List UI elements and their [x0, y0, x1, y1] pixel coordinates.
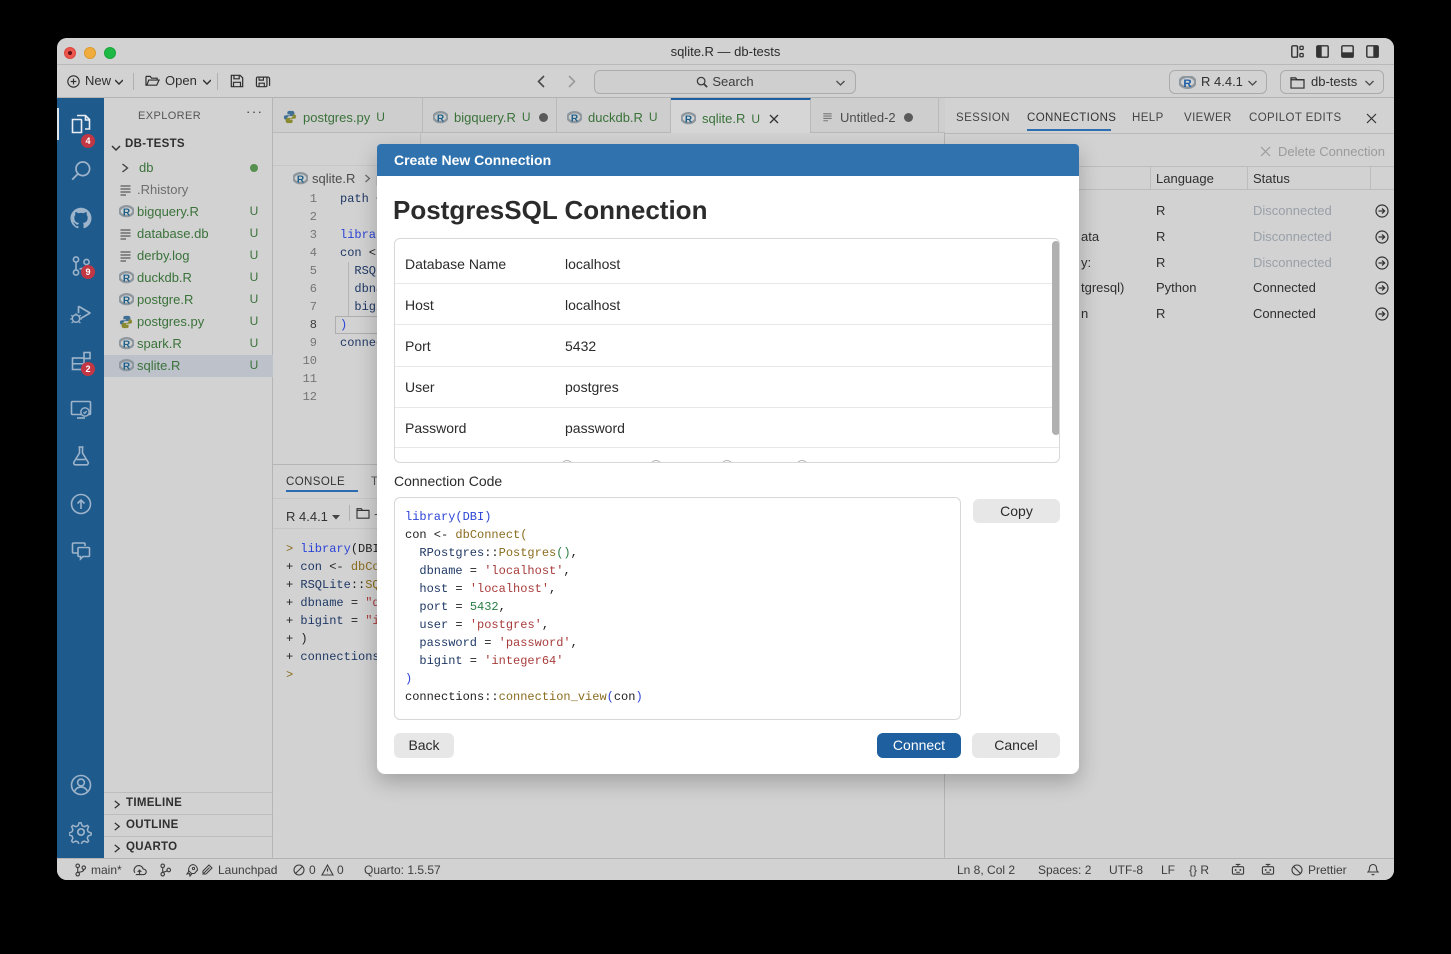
svg-text:R: R — [437, 113, 445, 123]
svg-text:R: R — [571, 113, 579, 123]
svg-text:R: R — [297, 175, 305, 185]
svg-text:R: R — [123, 362, 131, 372]
svg-text:R: R — [123, 208, 131, 218]
svg-text:R: R — [685, 115, 693, 125]
svg-text:R: R — [123, 340, 131, 350]
svg-text:R: R — [123, 274, 131, 284]
svg-text:R: R — [123, 296, 131, 306]
svg-text:R: R — [1183, 78, 1192, 89]
